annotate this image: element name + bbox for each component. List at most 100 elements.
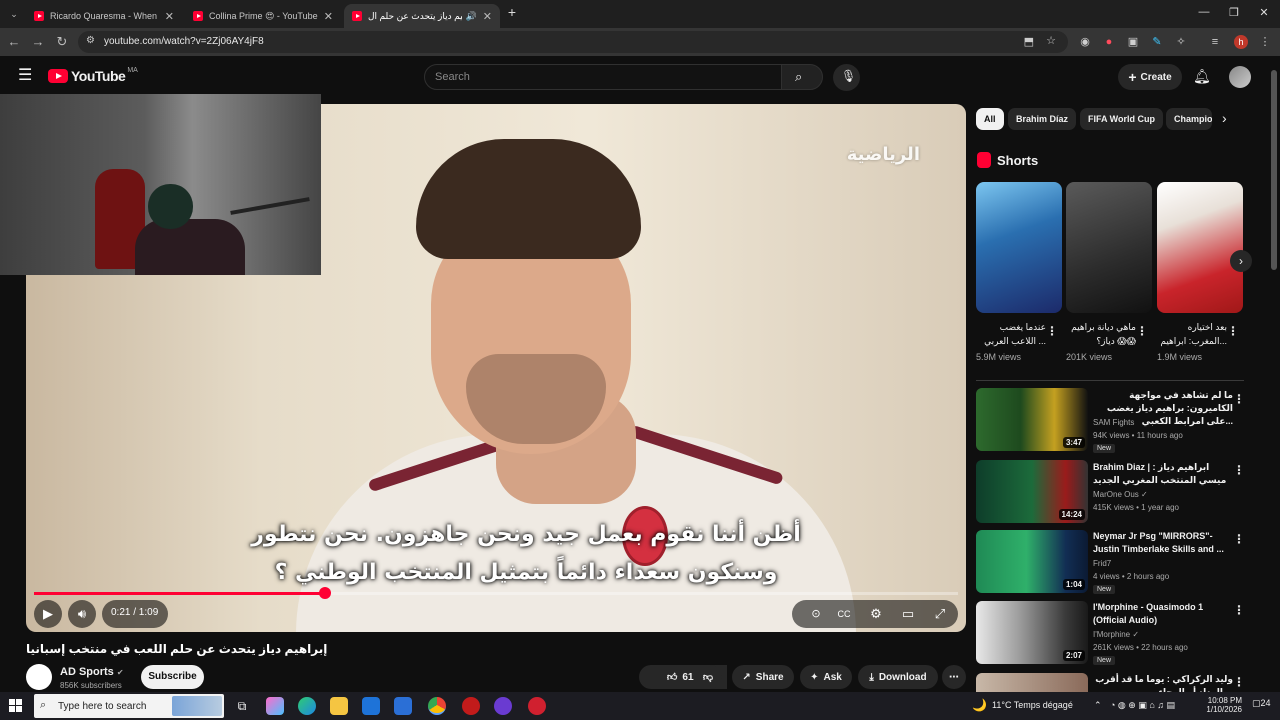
restore-icon[interactable]: ❐	[1224, 6, 1244, 19]
settings-gear-icon[interactable]: ⚙	[866, 604, 886, 624]
tab-search-icon[interactable]: ⌄	[6, 6, 22, 22]
microsoft-store-icon[interactable]	[362, 697, 380, 715]
minimize-icon[interactable]: —	[1194, 6, 1214, 18]
recommendation-channel[interactable]: Frid7	[1093, 559, 1111, 568]
tab-close-icon[interactable]: ✕	[165, 10, 174, 23]
short-more-icon[interactable]: ⋮	[1136, 324, 1148, 338]
more-actions-button[interactable]: ⋯	[942, 665, 966, 689]
audio-playing-icon[interactable]: 🔊	[466, 11, 477, 22]
file-explorer-icon[interactable]	[330, 697, 348, 715]
new-tab-icon[interactable]: +	[502, 4, 522, 20]
tray-chevron-icon[interactable]: ⌃	[1094, 700, 1102, 711]
download-button[interactable]: ⤓ Download	[858, 665, 938, 689]
chip-all[interactable]: All	[976, 108, 1004, 130]
extension-icon[interactable]: ◉	[1078, 35, 1092, 49]
site-info-icon[interactable]: ⚙	[86, 35, 95, 46]
channel-avatar[interactable]	[26, 664, 52, 690]
scrollbar-thumb[interactable]	[1271, 70, 1277, 270]
bookmark-star-icon[interactable]: ☆	[1046, 34, 1056, 47]
dislike-button[interactable]: 👎︎	[694, 665, 722, 689]
recommendation-channel[interactable]: SAM Fights	[1093, 418, 1134, 427]
recommendation-thumbnail[interactable]	[976, 673, 1088, 692]
weather-icon[interactable]: 🌙	[972, 698, 987, 712]
youtube-logo[interactable]: YouTube MA	[48, 67, 138, 84]
extension-icon[interactable]: ✎	[1150, 35, 1164, 49]
tab-ricardo-quaresma[interactable]: Ricardo Quaresma - When Footb ✕	[26, 4, 182, 28]
chip-fifa-world-cup[interactable]: FIFA World Cup	[1080, 108, 1163, 130]
chip-brahim-diaz[interactable]: Brahim Díaz	[1008, 108, 1077, 130]
short-more-icon[interactable]: ⋮	[1046, 324, 1058, 338]
recommendation-title[interactable]: I'Morphine - Quasimodo 1 (Official Audio…	[1093, 601, 1233, 627]
clock[interactable]: 10:08 PM 1/10/2026	[1202, 696, 1242, 714]
fullscreen-icon[interactable]: ⤢	[930, 604, 950, 624]
tray-icons[interactable]: ◔ ◍ ⊕ ▣ ⌂ ♫ ▤	[1110, 700, 1175, 711]
recommendation-more-icon[interactable]: ⋮	[1233, 392, 1245, 406]
voice-search-button[interactable]: 🎙	[833, 64, 860, 91]
short-title[interactable]: ماهي ديانة براهيم دياز؟ 😱😱	[1066, 320, 1136, 348]
install-app-icon[interactable]: ⬒	[1024, 35, 1034, 48]
recommendation-title[interactable]: Brahim Diaz | ابراهيم دياز : ميسي المنتخ…	[1093, 461, 1233, 487]
notifications-bell-icon[interactable]: 🔔︎	[1193, 68, 1211, 85]
theater-mode-icon[interactable]: ▭	[898, 604, 918, 624]
autoplay-toggle-icon[interactable]: ⊙	[806, 604, 826, 624]
captions-icon[interactable]: CC	[834, 604, 854, 624]
chip-champions[interactable]: Champio	[1166, 108, 1212, 130]
task-view-icon[interactable]: ⧉	[233, 697, 251, 715]
edge-browser-icon[interactable]	[298, 697, 316, 715]
short-title[interactable]: بعد اختياره المغرب: ابراهيم...	[1157, 320, 1227, 348]
tab-close-icon[interactable]: ✕	[324, 10, 333, 23]
tab-current-video[interactable]: إبراهيم دياز يتحدث عن حلم ال 🔊 ✕	[344, 4, 500, 28]
subscribe-button[interactable]: Subscribe	[141, 665, 204, 689]
short-more-icon[interactable]: ⋮	[1227, 324, 1239, 338]
recommendation-more-icon[interactable]: ⋮	[1233, 603, 1245, 617]
reload-icon[interactable]: ↻	[54, 34, 70, 50]
progress-bar[interactable]	[34, 592, 958, 595]
copilot-icon[interactable]	[266, 697, 284, 715]
search-button[interactable]: ⌕	[781, 64, 823, 90]
page-scrollbar[interactable]	[1271, 70, 1277, 690]
extension-icon[interactable]: ▣	[1126, 35, 1140, 49]
weather-text[interactable]: 11°C Temps dégagé	[992, 700, 1073, 710]
taskbar-search-input[interactable]: ⌕ Type here to search	[34, 694, 224, 718]
recommendation-thumbnail[interactable]: 2:07	[976, 601, 1088, 664]
progress-scrubber[interactable]	[319, 587, 332, 599]
recommendation-channel[interactable]: MarOne Ous ✓	[1093, 490, 1148, 499]
channel-name[interactable]: AD Sports ✔	[60, 666, 124, 678]
reading-list-icon[interactable]: ≡	[1208, 35, 1222, 49]
close-window-icon[interactable]: ✕	[1254, 6, 1274, 19]
recommendation-thumbnail[interactable]: 1:04	[976, 530, 1088, 593]
ask-button[interactable]: ✦ Ask	[800, 665, 852, 689]
app-icon[interactable]	[462, 697, 480, 715]
back-icon[interactable]: ←	[6, 34, 22, 50]
forward-icon[interactable]: →	[30, 34, 46, 50]
short-title[interactable]: عندما يغضب اللاعب العربي ...	[976, 320, 1046, 348]
recommendation-title[interactable]: Neymar Jr Psg "MIRRORS"- Justin Timberla…	[1093, 530, 1233, 556]
app-icon[interactable]	[528, 697, 546, 715]
windows-start-icon[interactable]	[9, 699, 23, 713]
extensions-puzzle-icon[interactable]: ✧	[1174, 35, 1188, 49]
search-input[interactable]: Search	[424, 64, 782, 90]
recommendation-more-icon[interactable]: ⋮	[1233, 532, 1245, 546]
short-thumbnail[interactable]	[1157, 182, 1243, 313]
account-avatar[interactable]	[1229, 66, 1251, 88]
recommendation-thumbnail[interactable]: 14:24	[976, 460, 1088, 523]
play-icon[interactable]: ▶	[38, 604, 58, 624]
short-thumbnail[interactable]	[976, 182, 1062, 313]
recommendation-channel[interactable]: I'Morphine ✓	[1093, 630, 1139, 639]
short-thumbnail[interactable]	[1066, 182, 1152, 313]
share-button[interactable]: ↗ Share	[732, 665, 794, 689]
chrome-browser-icon[interactable]	[428, 697, 446, 715]
create-button[interactable]: + Create	[1118, 64, 1182, 90]
profile-avatar[interactable]: h	[1234, 35, 1248, 49]
volume-icon[interactable]: 🔊︎	[72, 604, 92, 624]
menu-kebab-icon[interactable]: ⋮	[1258, 35, 1272, 49]
mail-icon[interactable]	[394, 697, 412, 715]
recommendation-more-icon[interactable]: ⋮	[1233, 675, 1245, 689]
tab-collina-prime[interactable]: Collina Prime 😍 - YouTube ✕	[185, 4, 341, 28]
extension-icon[interactable]: ●	[1102, 35, 1116, 49]
address-bar[interactable]: ⚙ youtube.com/watch?v=2Zj06AY4jF8 ⬒ ☆	[78, 31, 1068, 53]
recommendation-more-icon[interactable]: ⋮	[1233, 463, 1245, 477]
chips-next-chevron-icon[interactable]: ›	[1222, 110, 1227, 126]
shorts-next-arrow-icon[interactable]: ›	[1230, 250, 1252, 272]
notification-center[interactable]: ▢24	[1252, 698, 1271, 709]
